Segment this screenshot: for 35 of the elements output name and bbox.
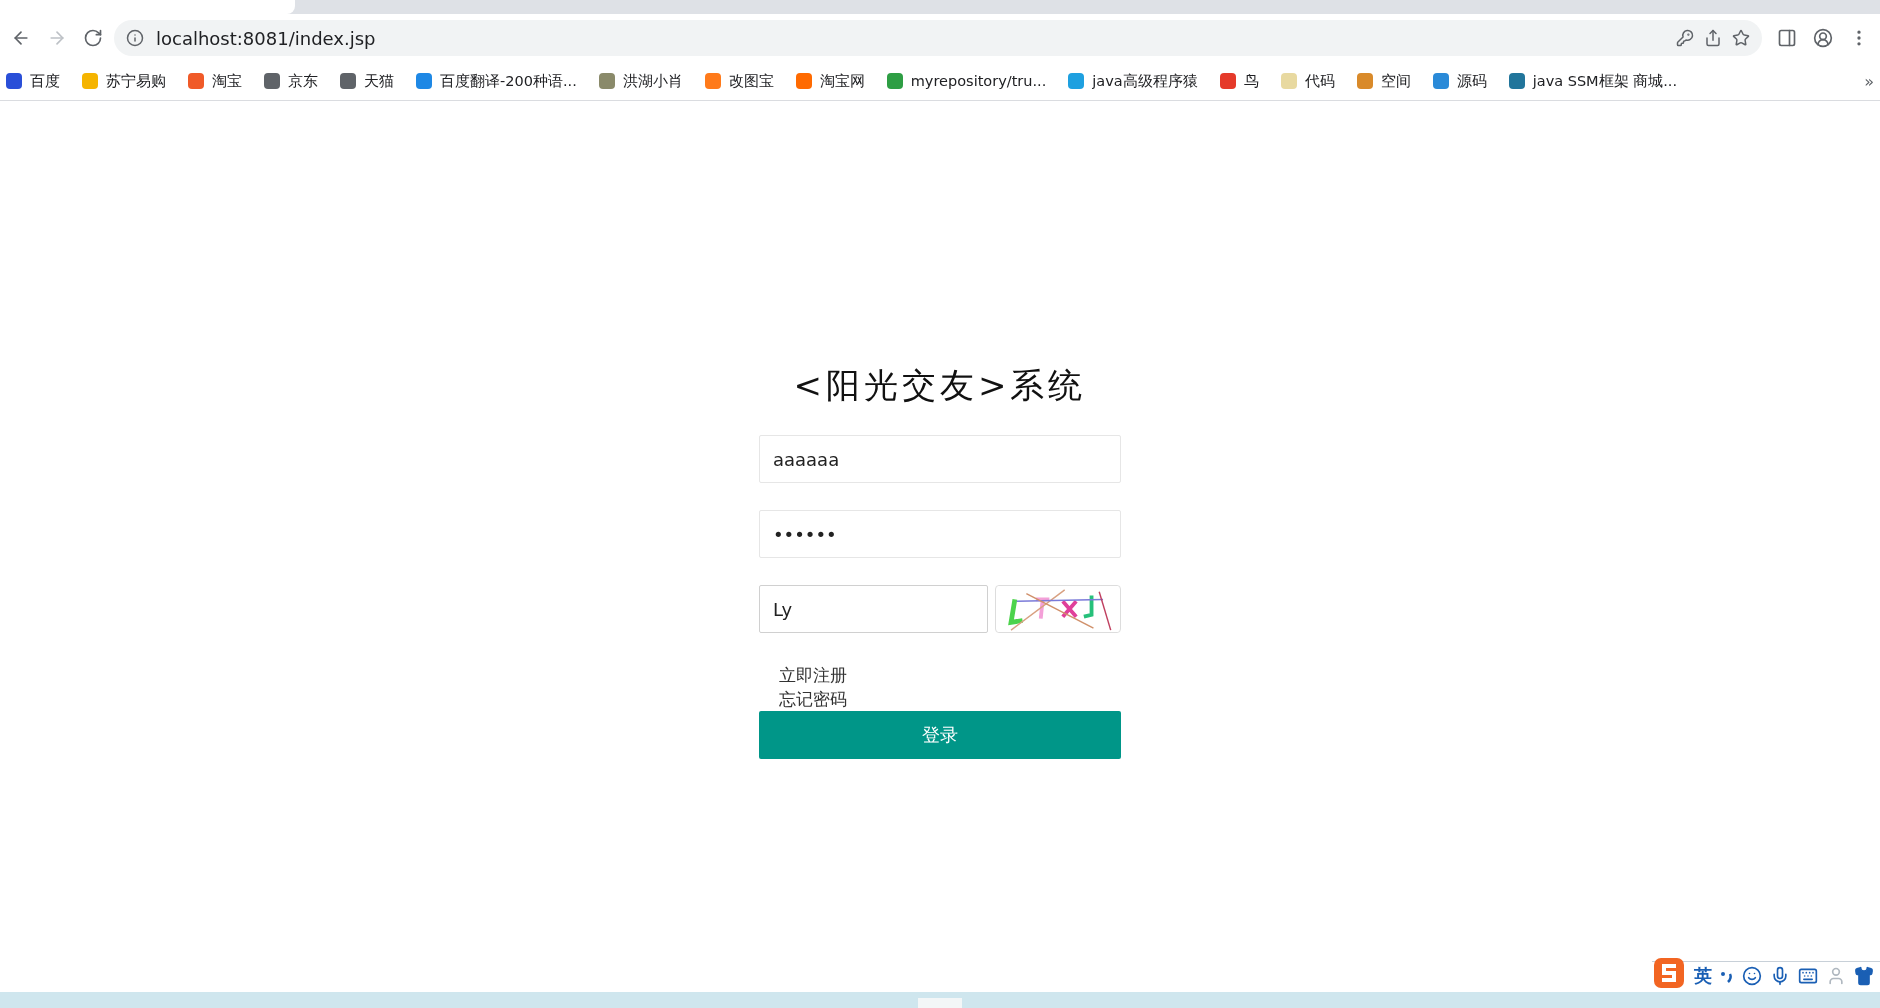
username-field[interactable]: aaaaaa — [759, 435, 1121, 483]
star-icon[interactable] — [1732, 29, 1750, 47]
bookmark[interactable]: 源码 — [1432, 71, 1487, 91]
bookmark[interactable]: 天猫 — [340, 71, 394, 91]
shirt-icon[interactable] — [1854, 966, 1874, 986]
bookmark[interactable]: 代码 — [1280, 71, 1335, 91]
text-link[interactable]: 立即注册 — [779, 663, 847, 687]
key-icon[interactable] — [1676, 29, 1694, 47]
bookmark[interactable]: myrepository/tru... — [886, 73, 1047, 89]
text-link[interactable]: 忘记密码 — [779, 687, 847, 711]
smiley-icon[interactable] — [1742, 966, 1762, 986]
login-button[interactable]: 登录 — [759, 711, 1121, 759]
bookmark[interactable]: 淘宝 — [188, 71, 242, 91]
bookmark[interactable]: 洪湖小肖 — [598, 71, 683, 91]
bookmark[interactable]: 百度 — [6, 71, 60, 91]
info-icon[interactable] — [126, 29, 144, 47]
microphone-icon[interactable] — [1770, 966, 1790, 986]
bookmark[interactable]: 百度翻译-200种语... — [416, 71, 577, 91]
page-title: <阳光交友>系统 — [792, 364, 1088, 407]
bookmark[interactable]: 空间 — [1356, 71, 1411, 91]
address-bar[interactable]: localhost:8081/index.jsp — [114, 20, 1762, 56]
bookmark[interactable]: 淘宝网 — [795, 71, 865, 91]
bookmark[interactable]: 改图宝 — [704, 71, 774, 91]
bookmark[interactable]: 鸟 — [1219, 71, 1259, 91]
input-mode[interactable]: 英 — [1694, 964, 1712, 988]
password-field[interactable]: •••••• — [759, 510, 1121, 558]
keyboard-icon[interactable] — [1798, 966, 1818, 986]
captcha-field[interactable]: Ly — [759, 585, 988, 633]
bookmark[interactable]: 苏宁易购 — [82, 71, 166, 91]
share-icon[interactable] — [1704, 29, 1722, 47]
ime-logo-icon[interactable] — [1652, 956, 1686, 990]
bookmark[interactable]: java SSM框架 商城... — [1508, 71, 1678, 91]
bookmark[interactable]: 京东 — [264, 71, 318, 91]
bookmarks-overflow[interactable]: » — [1864, 71, 1874, 91]
bookmark[interactable]: java高级程序猿 — [1068, 71, 1198, 91]
